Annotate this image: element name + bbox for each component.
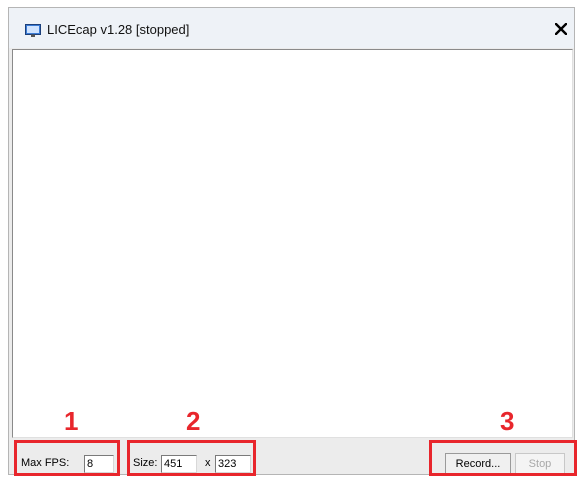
title-bar[interactable]: LICEcap v1.28 [stopped]: [9, 8, 574, 48]
capture-frame[interactable]: [12, 49, 573, 438]
callout-box-size: [127, 440, 256, 476]
callout-number-3: 3: [500, 406, 515, 436]
licecap-window: LICEcap v1.28 [stopped] Max FPS: Size: x…: [8, 7, 575, 475]
callout-box-buttons: [429, 440, 577, 476]
close-button[interactable]: [554, 21, 568, 37]
callout-number-2: 2: [186, 406, 201, 436]
window-title: LICEcap v1.28 [stopped]: [47, 22, 190, 37]
callout-number-1: 1: [64, 406, 79, 436]
close-icon: [554, 22, 568, 36]
screen-capture-icon: [25, 24, 41, 37]
callout-box-fps: [14, 440, 120, 476]
